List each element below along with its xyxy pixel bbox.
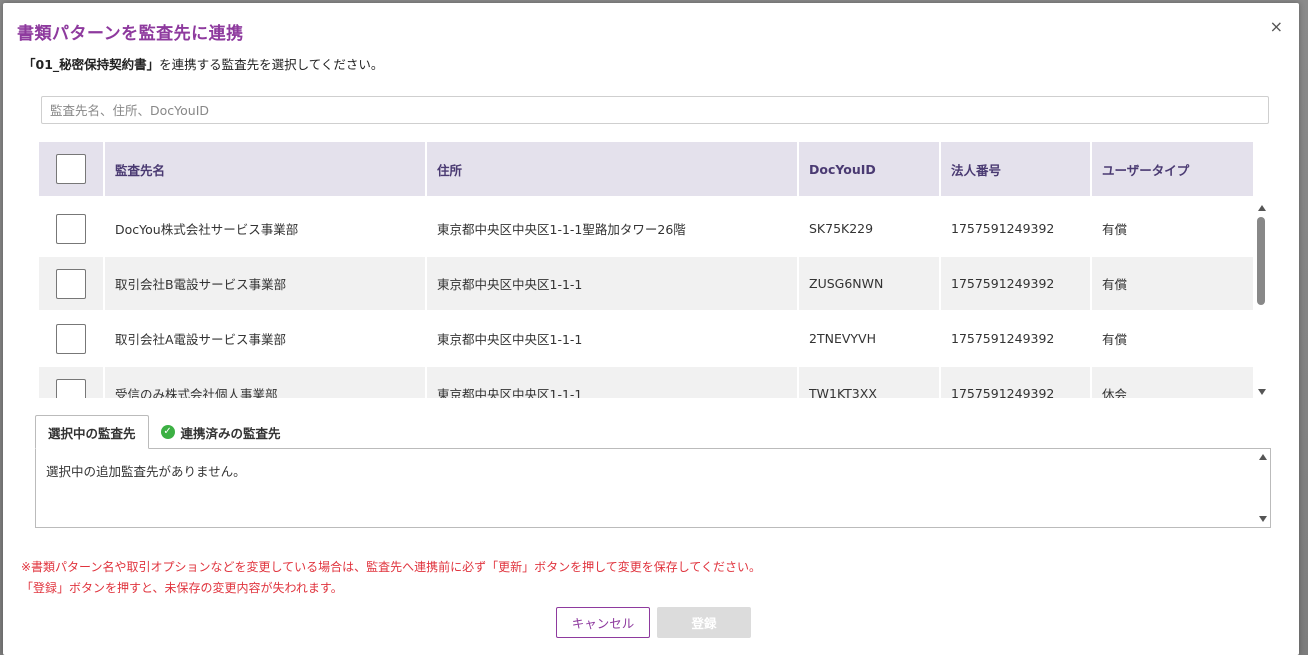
cell-address: 東京都中央区中央区1-1-1	[427, 312, 799, 365]
cell-docyouid: ZUSG6NWN	[799, 257, 941, 310]
close-icon[interactable]: ×	[1270, 17, 1283, 36]
cell-docyouid: TW1KT3XX	[799, 367, 941, 398]
document-name: 「01_秘密保持契約書」	[23, 57, 160, 72]
subtitle-text: を連携する監査先を選択してください。	[159, 57, 384, 72]
register-button[interactable]: 登録	[657, 607, 751, 638]
cell-address: 東京都中央区中央区1-1-1	[427, 257, 799, 310]
cell-corp-number: 1757591249392	[941, 202, 1092, 255]
row-checkbox[interactable]	[56, 323, 86, 354]
cell-corp-number: 1757591249392	[941, 257, 1092, 310]
search-input[interactable]	[41, 96, 1269, 124]
table-scrollbar[interactable]	[1256, 202, 1268, 398]
cell-address: 東京都中央区中央区1-1-1	[427, 367, 799, 398]
selected-auditors-panel: 選択中の追加監査先がありません。	[35, 448, 1271, 528]
cell-name: 取引会社B電設サービス事業部	[105, 257, 427, 310]
empty-message: 選択中の追加監査先がありません。	[46, 464, 246, 479]
header-name[interactable]: 監査先名	[105, 142, 427, 196]
dialog-subtitle: 「01_秘密保持契約書」を連携する監査先を選択してください。	[23, 54, 383, 73]
cell-name: 受信のみ株式会社個人事業部	[105, 367, 427, 398]
cell-user-type: 有償	[1092, 257, 1253, 310]
table-row[interactable]: 受信のみ株式会社個人事業部 東京都中央区中央区1-1-1 TW1KT3XX 17…	[39, 367, 1253, 398]
header-user-type[interactable]: ユーザータイプ	[1092, 142, 1253, 196]
table-header: 監査先名 住所 DocYouID 法人番号 ユーザータイプ	[39, 142, 1253, 196]
table-row[interactable]: 取引会社B電設サービス事業部 東京都中央区中央区1-1-1 ZUSG6NWN 1…	[39, 257, 1253, 312]
check-circle-icon: ✓	[160, 425, 175, 439]
cell-name: DocYou株式会社サービス事業部	[105, 202, 427, 255]
header-corp-number[interactable]: 法人番号	[941, 142, 1092, 196]
link-dialog: 書類パターンを監査先に連携 × 「01_秘密保持契約書」を連携する監査先を選択し…	[3, 3, 1299, 655]
tab-linked-auditors[interactable]: ✓ 連携済みの監査先	[149, 415, 293, 449]
table-row[interactable]: DocYou株式会社サービス事業部 東京都中央区中央区1-1-1聖路加タワー26…	[39, 202, 1253, 257]
row-checkbox[interactable]	[56, 378, 86, 398]
row-checkbox[interactable]	[56, 268, 86, 299]
cell-user-type: 休会	[1092, 367, 1253, 398]
cell-docyouid: SK75K229	[799, 202, 941, 255]
warning-text: 「登録」ボタンを押すと、未保存の変更内容が失われます。	[21, 581, 343, 595]
table-body: DocYou株式会社サービス事業部 東京都中央区中央区1-1-1聖路加タワー26…	[39, 202, 1253, 398]
cancel-button[interactable]: キャンセル	[556, 607, 650, 638]
scroll-down-icon[interactable]	[1259, 516, 1267, 522]
cell-address: 東京都中央区中央区1-1-1聖路加タワー26階	[427, 202, 799, 255]
tab-label: 連携済みの監査先	[180, 425, 281, 441]
scroll-thumb[interactable]	[1257, 217, 1265, 305]
dialog-title: 書類パターンを監査先に連携	[17, 24, 244, 44]
scroll-up-icon[interactable]	[1258, 205, 1266, 211]
cell-corp-number: 1757591249392	[941, 367, 1092, 398]
cell-name: 取引会社A電設サービス事業部	[105, 312, 427, 365]
tab-bar: 選択中の監査先 ✓ 連携済みの監査先	[35, 415, 293, 449]
cell-user-type: 有償	[1092, 312, 1253, 365]
header-docyouid[interactable]: DocYouID	[799, 142, 941, 196]
scroll-up-icon[interactable]	[1259, 454, 1267, 460]
scroll-down-icon[interactable]	[1258, 389, 1266, 395]
select-all-checkbox[interactable]	[56, 154, 86, 184]
tab-selected-auditors[interactable]: 選択中の監査先	[35, 415, 149, 449]
cell-corp-number: 1757591249392	[941, 312, 1092, 365]
warning-text: ※書類パターン名や取引オプションなどを変更している場合は、監査先へ連携前に必ず「…	[21, 560, 762, 574]
select-all-cell	[39, 142, 105, 196]
cell-user-type: 有償	[1092, 202, 1253, 255]
cell-docyouid: 2TNEVYVH	[799, 312, 941, 365]
table-row[interactable]: 取引会社A電設サービス事業部 東京都中央区中央区1-1-1 2TNEVYVH 1…	[39, 312, 1253, 367]
row-checkbox[interactable]	[56, 213, 86, 244]
header-address[interactable]: 住所	[427, 142, 799, 196]
